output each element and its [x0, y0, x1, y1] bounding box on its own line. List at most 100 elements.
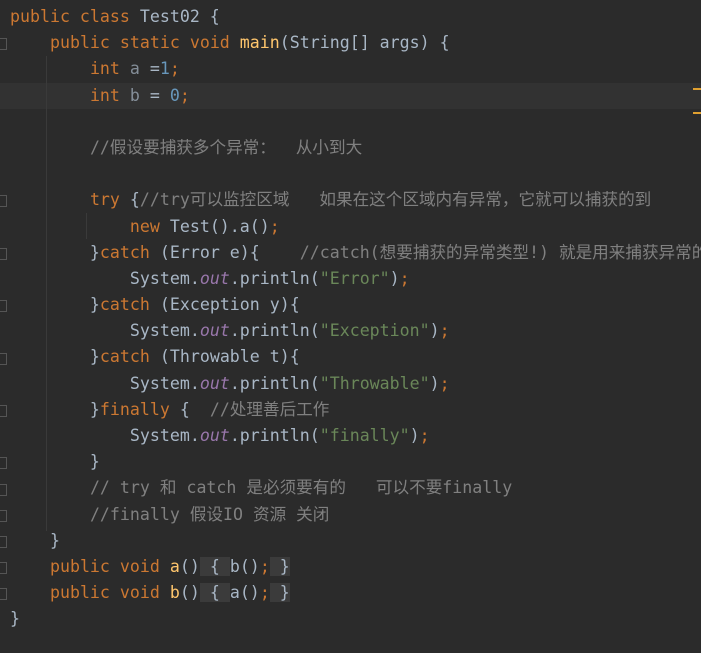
code-line[interactable]: }finally { //处理善后工作: [10, 397, 701, 423]
code-line[interactable]: System.out.println("Error");: [10, 266, 701, 292]
fold-toggle-icon[interactable]: [0, 562, 7, 575]
folded-code-region[interactable]: {: [199, 556, 230, 576]
fold-toggle-icon[interactable]: [0, 536, 7, 548]
code-token: //try可以监控区域 如果在这个区域内有异常，它就可以捕获的到: [139, 190, 652, 210]
code-line[interactable]: System.out.println("Exception");: [10, 318, 701, 344]
code-token: }: [10, 399, 100, 419]
code-token: ): [429, 373, 440, 393]
code-token: catch: [99, 295, 160, 315]
code-token: a(): [229, 583, 260, 603]
code-token: // try 和 catch 是必须要有的 可以不要finally: [89, 478, 513, 498]
code-line[interactable]: new Test().a();: [10, 214, 701, 240]
code-token: main: [239, 33, 280, 53]
code-token: ): [429, 321, 440, 341]
fold-toggle-icon[interactable]: [0, 38, 7, 51]
fold-toggle-icon[interactable]: [0, 509, 7, 522]
code-token: }: [10, 242, 100, 262]
code-line[interactable]: public void b() { a(); }: [10, 580, 701, 606]
code-line[interactable]: }: [10, 606, 701, 632]
code-token: ;: [269, 216, 280, 236]
fold-toggle-icon[interactable]: [0, 588, 7, 601]
code-line[interactable]: public static void main(String[] args) {: [10, 30, 701, 56]
code-token: Test().a(): [169, 216, 270, 236]
code-token: //处理善后工作: [209, 399, 330, 419]
fold-toggle-icon[interactable]: [0, 457, 7, 470]
code-line[interactable]: }catch (Exception y){: [10, 292, 701, 318]
code-line[interactable]: public void a() { b(); }: [10, 554, 701, 580]
code-line[interactable]: [10, 109, 701, 135]
code-token: System.: [10, 268, 200, 288]
code-line[interactable]: }: [10, 528, 701, 554]
code-token: ): [389, 268, 400, 288]
code-line[interactable]: public class Test02 {: [10, 4, 701, 30]
code-token: .println(: [229, 426, 320, 445]
fold-toggle-icon[interactable]: [0, 195, 7, 208]
code-line[interactable]: }catch (Throwable t){: [10, 344, 701, 370]
code-token: (Error e){: [159, 242, 300, 262]
code-token: int: [89, 59, 130, 79]
code-line[interactable]: //假设要捕获多个异常： 从小到大: [10, 135, 701, 161]
code-line[interactable]: try {//try可以监控区域 如果在这个区域内有异常，它就可以捕获的到: [10, 187, 701, 213]
fold-toggle-icon[interactable]: [0, 405, 7, 417]
code-token: }: [10, 452, 100, 472]
code-token: try: [89, 190, 130, 210]
code-line[interactable]: [10, 161, 701, 187]
error-stripe-marker[interactable]: [693, 112, 701, 114]
code-line[interactable]: int b = 0;: [0, 82, 701, 109]
fold-toggle-icon[interactable]: [0, 483, 7, 496]
error-stripe-marker[interactable]: [693, 88, 701, 90]
code-token: (String[] args) {: [279, 33, 450, 53]
code-token: out: [199, 268, 230, 288]
code-token: a: [129, 59, 150, 79]
code-token: a: [169, 556, 180, 576]
code-token: (): [179, 556, 200, 576]
code-token: public void: [49, 583, 170, 603]
fold-toggle-icon[interactable]: [0, 247, 7, 260]
code-line[interactable]: System.out.println("Throwable");: [10, 371, 701, 397]
folded-code-region[interactable]: {: [199, 583, 230, 603]
code-line[interactable]: }catch (Error e){ //catch(想要捕获的异常类型!) 就是…: [10, 240, 701, 266]
code-token: out: [199, 426, 230, 445]
code-token: ;: [439, 373, 450, 393]
code-token: ): [409, 426, 420, 445]
code-token: //假设要捕获多个异常： 从小到大: [89, 137, 363, 157]
code-token: .println(: [229, 373, 320, 393]
code-line[interactable]: int a =1;: [10, 56, 701, 82]
code-editor[interactable]: public class Test02 { public static void…: [0, 4, 701, 633]
code-token: finally: [99, 399, 180, 419]
code-token: public void: [49, 556, 170, 576]
code-token: "Exception": [319, 321, 430, 341]
code-line[interactable]: // try 和 catch 是必须要有的 可以不要finally: [10, 475, 701, 501]
code-token: (Exception y){: [159, 295, 300, 315]
fold-toggle-icon[interactable]: [0, 300, 7, 313]
code-token: ;: [259, 556, 270, 576]
code-line[interactable]: System.out.println("finally");: [10, 423, 701, 449]
code-token: {: [129, 190, 140, 210]
code-token: {: [179, 399, 210, 419]
code-token: public static void: [49, 33, 240, 53]
code-token: Test02 {: [139, 7, 220, 26]
code-token: (): [179, 583, 200, 603]
code-token: }: [10, 609, 20, 629]
code-token: =: [149, 85, 170, 105]
code-line[interactable]: //finally 假设IO 资源 关闭: [10, 502, 701, 528]
code-token: 0: [169, 85, 180, 105]
code-token: catch: [99, 242, 160, 262]
code-token: catch: [99, 347, 160, 367]
code-token: ;: [179, 85, 190, 105]
code-token: System.: [10, 426, 200, 445]
folded-code-region[interactable]: }: [269, 556, 290, 576]
fold-toggle-icon[interactable]: [0, 352, 7, 365]
code-token: =: [149, 59, 160, 79]
code-line[interactable]: }: [10, 449, 701, 475]
folded-code-region[interactable]: }: [269, 583, 290, 603]
code-token: ;: [169, 59, 180, 79]
